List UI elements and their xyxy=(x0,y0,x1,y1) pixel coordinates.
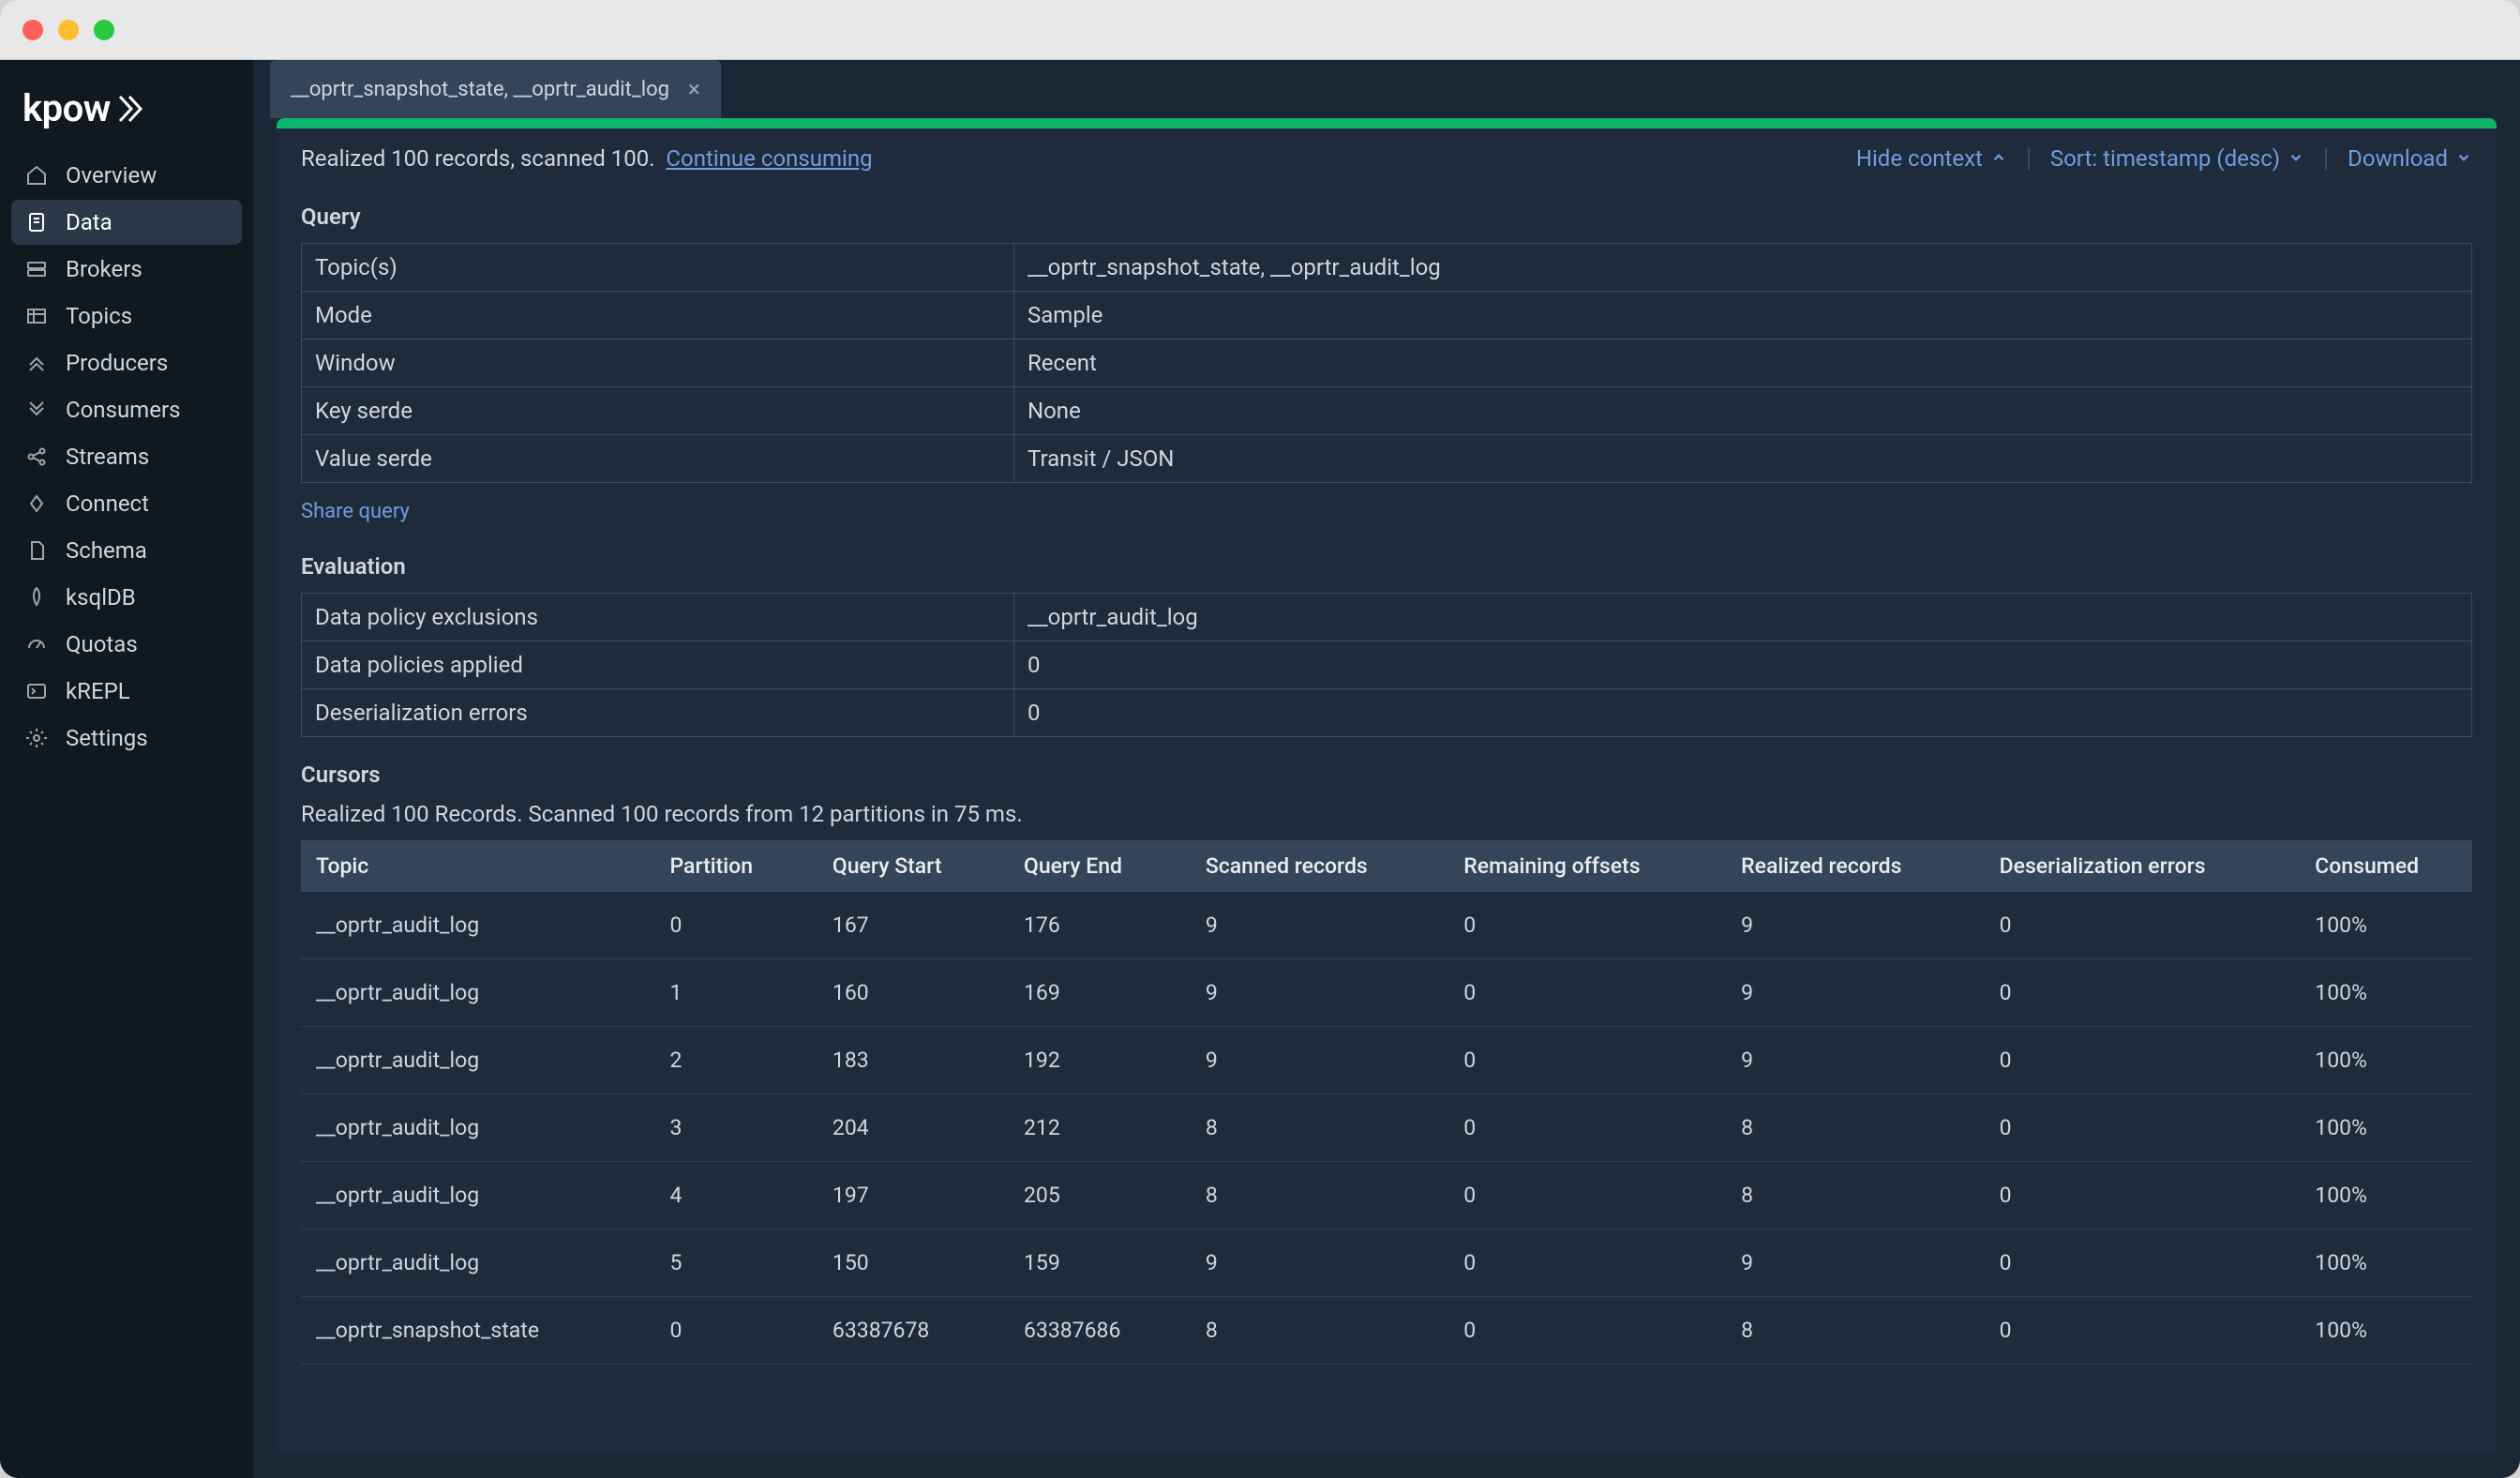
sidebar-item-krepl[interactable]: kREPL xyxy=(11,669,242,714)
status-text: Realized 100 records, scanned 100. Conti… xyxy=(301,145,873,172)
sidebar-item-connect[interactable]: Connect xyxy=(11,481,242,526)
continue-consuming-link[interactable]: Continue consuming xyxy=(666,145,872,172)
sidebar-item-label: Connect xyxy=(66,490,149,517)
table-row[interactable]: __oprtr_audit_log41972058080100% xyxy=(301,1162,2472,1229)
sidebar-item-label: Schema xyxy=(66,537,147,564)
table-row[interactable]: __oprtr_audit_log21831929090100% xyxy=(301,1027,2472,1094)
sidebar-item-label: Producers xyxy=(66,350,168,376)
sidebar-item-ksqldb[interactable]: ksqlDB xyxy=(11,575,242,620)
sidebar-item-overview[interactable]: Overview xyxy=(11,153,242,198)
result-card: Realized 100 records, scanned 100. Conti… xyxy=(277,118,2497,1455)
tabs-bar: __oprtr_snapshot_state, __oprtr_audit_lo… xyxy=(253,60,2520,118)
table-row[interactable]: __oprtr_audit_log32042128080100% xyxy=(301,1094,2472,1162)
chevron-down-icon xyxy=(2288,145,2304,172)
chevron-up-icon xyxy=(1990,145,2007,172)
table-row: Data policies applied0 xyxy=(302,641,2472,689)
down-arrows-icon xyxy=(24,398,49,422)
sidebar-item-quotas[interactable]: Quotas xyxy=(11,622,242,667)
status-bar: Realized 100 records, scanned 100. Conti… xyxy=(277,128,2497,190)
section-title: Evaluation xyxy=(301,553,2472,580)
window-minimize-button[interactable] xyxy=(58,20,79,40)
sort-button[interactable]: Sort: timestamp (desc) xyxy=(2050,145,2304,172)
section-title: Query xyxy=(301,204,2472,230)
table-header-row: Topic Partition Query Start Query End Sc… xyxy=(301,840,2472,892)
hide-context-button[interactable]: Hide context xyxy=(1856,145,2007,172)
table-icon xyxy=(24,304,49,328)
window-close-button[interactable] xyxy=(22,20,43,40)
sidebar-item-data[interactable]: Data xyxy=(11,200,242,245)
gauge-icon xyxy=(24,632,49,656)
section-title: Cursors xyxy=(301,762,2472,788)
cursors-summary: Realized 100 Records. Scanned 100 record… xyxy=(301,801,2472,827)
table-row: Data policy exclusions__oprtr_audit_log xyxy=(302,594,2472,641)
evaluation-section: Evaluation Data policy exclusions__oprtr… xyxy=(277,540,2497,737)
table-row[interactable]: __oprtr_audit_log51501599090100% xyxy=(301,1229,2472,1297)
share-icon xyxy=(24,445,49,469)
sidebar-item-label: kREPL xyxy=(66,678,130,704)
up-arrows-icon xyxy=(24,351,49,375)
cursors-section: Cursors Realized 100 Records. Scanned 10… xyxy=(277,737,2497,1365)
table-row[interactable]: __oprtr_snapshot_state063387678633876868… xyxy=(301,1297,2472,1365)
table-row: Value serdeTransit / JSON xyxy=(302,435,2472,483)
sidebar-item-brokers[interactable]: Brokers xyxy=(11,247,242,292)
query-table: Topic(s)__oprtr_snapshot_state, __oprtr_… xyxy=(301,243,2472,483)
download-button[interactable]: Download xyxy=(2348,145,2472,172)
table-row: ModeSample xyxy=(302,292,2472,339)
sidebar-item-label: ksqlDB xyxy=(66,584,136,611)
progress-bar xyxy=(277,118,2497,128)
sidebar-item-topics[interactable]: Topics xyxy=(11,294,242,339)
connect-icon xyxy=(24,491,49,516)
sidebar-item-label: Overview xyxy=(66,162,157,189)
main-content: __oprtr_snapshot_state, __oprtr_audit_lo… xyxy=(253,60,2520,1478)
sidebar-item-consumers[interactable]: Consumers xyxy=(11,387,242,432)
sidebar-item-streams[interactable]: Streams xyxy=(11,434,242,479)
document-icon xyxy=(24,210,49,234)
sidebar-item-label: Brokers xyxy=(66,256,142,282)
table-row: Key serdeNone xyxy=(302,387,2472,435)
file-icon xyxy=(24,538,49,563)
logo: kpow xyxy=(0,71,253,153)
tab-active[interactable]: __oprtr_snapshot_state, __oprtr_audit_lo… xyxy=(270,60,721,118)
table-row: WindowRecent xyxy=(302,339,2472,387)
sidebar-item-label: Settings xyxy=(66,725,148,751)
logo-text: kpow xyxy=(22,86,111,130)
table-row: Topic(s)__oprtr_snapshot_state, __oprtr_… xyxy=(302,244,2472,292)
table-row[interactable]: __oprtr_audit_log11601699090100% xyxy=(301,959,2472,1027)
sidebar-item-label: Quotas xyxy=(66,631,138,657)
tab-label: __oprtr_snapshot_state, __oprtr_audit_lo… xyxy=(291,78,669,101)
share-query-link[interactable]: Share query xyxy=(301,483,2472,540)
sidebar: kpow Overview Data Brokers xyxy=(0,60,253,1478)
nav: Overview Data Brokers Topics Producers xyxy=(0,153,253,761)
gear-icon xyxy=(24,726,49,750)
rocket-icon xyxy=(24,585,49,610)
chevron-down-icon xyxy=(2455,145,2472,172)
sidebar-item-producers[interactable]: Producers xyxy=(11,340,242,385)
table-row[interactable]: __oprtr_audit_log01671769090100% xyxy=(301,892,2472,959)
query-section: Query Topic(s)__oprtr_snapshot_state, __… xyxy=(277,190,2497,540)
window-maximize-button[interactable] xyxy=(94,20,114,40)
logo-arrows-icon xyxy=(118,95,156,123)
evaluation-table: Data policy exclusions__oprtr_audit_log … xyxy=(301,593,2472,737)
home-icon xyxy=(24,163,49,188)
sidebar-item-label: Streams xyxy=(66,444,149,470)
sidebar-item-label: Consumers xyxy=(66,397,180,423)
sidebar-item-schema[interactable]: Schema xyxy=(11,528,242,573)
cursors-table: Topic Partition Query Start Query End Sc… xyxy=(301,840,2472,1365)
table-row: Deserialization errors0 xyxy=(302,689,2472,737)
window-titlebar xyxy=(0,0,2520,60)
close-icon[interactable]: × xyxy=(688,76,700,102)
server-icon xyxy=(24,257,49,281)
sidebar-item-settings[interactable]: Settings xyxy=(11,716,242,761)
sidebar-item-label: Topics xyxy=(66,303,132,329)
terminal-icon xyxy=(24,679,49,703)
sidebar-item-label: Data xyxy=(66,209,112,235)
